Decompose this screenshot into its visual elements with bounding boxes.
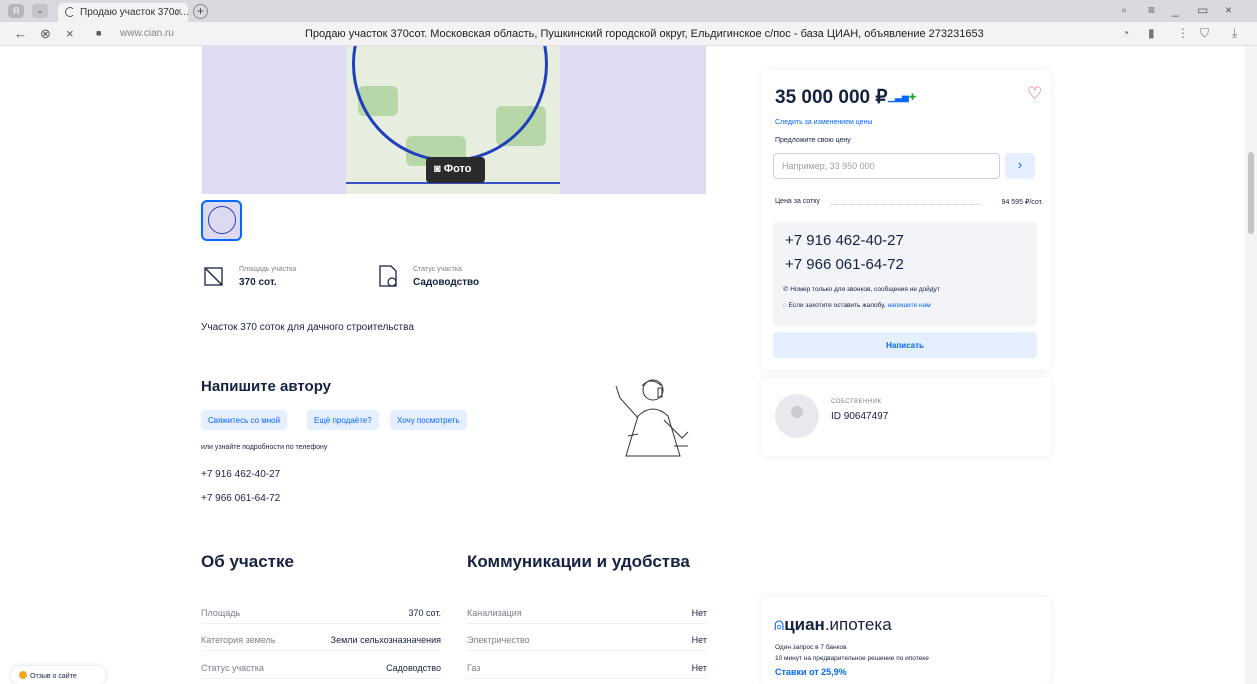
- person-on-phone-illustration: [615, 379, 689, 457]
- about-row: Площадь 370 сот.: [201, 602, 441, 624]
- translate-icon[interactable]: ◔: [1122, 26, 1129, 40]
- restore-icon[interactable]: ▭: [1197, 3, 1208, 17]
- browser-tab[interactable]: Продаю участок 370с… ×: [58, 3, 188, 22]
- back-icon[interactable]: ←: [14, 26, 27, 41]
- mortgage-line: 10 минут на предварительное решение по и…: [775, 655, 929, 662]
- seller-phone[interactable]: +7 916 462-40-27: [785, 232, 904, 249]
- area-icon: [204, 267, 223, 286]
- feature-value: 370 сот.: [239, 277, 277, 288]
- price: 35 000 000 ₽: [775, 87, 888, 108]
- complaint-link[interactable]: напишите нам: [887, 302, 930, 309]
- price-card: 35 000 000 ₽ ▁▃▅✚ ♡ Следить за изменение…: [761, 70, 1051, 370]
- avatar: [775, 394, 819, 438]
- favorite-heart-icon[interactable]: ♡: [1027, 84, 1042, 104]
- photo-thumbnail[interactable]: [201, 200, 242, 241]
- utilities-heading: Коммуникации и удобства: [467, 552, 690, 571]
- owner-id: ID 90647497: [831, 411, 889, 422]
- mortgage-rate-link[interactable]: Ставки от 25,9%: [775, 667, 847, 677]
- offer-price-label: Предложите свою цену: [775, 137, 851, 144]
- page-scrollbar[interactable]: [1245, 46, 1257, 684]
- scrollbar-thumb[interactable]: [1248, 152, 1254, 234]
- phones-box: +7 916 462-40-27 +7 966 061-64-72 ✆ Номе…: [773, 222, 1037, 326]
- seller-phone[interactable]: +7 966 061-64-72: [785, 256, 904, 273]
- extensions-icon[interactable]: ⛉: [1200, 26, 1209, 41]
- about-heading: Об участке: [201, 552, 294, 571]
- mortgage-card[interactable]: ⍝циан.ипотека Один запрос в 7 банков 10 …: [761, 597, 1051, 684]
- camera-icon: ◙: [434, 163, 444, 175]
- utilities-row: Газ Нет: [467, 657, 707, 679]
- close-window-icon[interactable]: ×: [1225, 3, 1232, 17]
- complaint-note: ◌ Если захотите оставить жалобу, напишит…: [783, 302, 931, 309]
- loading-icon: [65, 7, 75, 17]
- offer-price-input[interactable]: Например, 33 950 000: [773, 153, 1000, 179]
- price-per-unit-label: Цена за сотку: [775, 198, 820, 205]
- about-row: Категория земель Земли сельхозназначения: [201, 629, 441, 651]
- author-phone[interactable]: +7 916 462-40-27: [201, 469, 280, 480]
- stop-icon[interactable]: ×: [66, 26, 74, 41]
- tab-close-button[interactable]: ×: [176, 6, 182, 18]
- offer-submit-button[interactable]: ›: [1005, 153, 1035, 179]
- browser-tabbar: Я ⌄ Продаю участок 370с… × + ▫ ≡ _ ▭ ×: [0, 0, 1257, 22]
- price-per-unit-value: 94 595 ₽/сот.: [1001, 199, 1043, 206]
- feature-label: Статус участка: [413, 266, 462, 273]
- address-bar: ← ⊗ × ■ www.cian.ru Продаю участок 370со…: [0, 22, 1257, 46]
- download-icon[interactable]: ⤓: [1232, 26, 1237, 41]
- chip-want-to-see[interactable]: Хочу посмотреть: [390, 410, 467, 430]
- smile-icon: [19, 671, 27, 679]
- calls-only-note: ✆ Номер только для звонков, сообщения не…: [783, 286, 940, 293]
- feedback-button[interactable]: Отзыв о сайте: [11, 666, 106, 684]
- chip-still-selling[interactable]: Ещё продаёте?: [307, 410, 379, 430]
- utilities-row: Электричество Нет: [467, 629, 707, 651]
- feature-label: Площадь участка: [239, 266, 297, 273]
- utilities-row: Канализация Нет: [467, 602, 707, 624]
- owner-role: СОБСТВЕННИК: [831, 399, 882, 405]
- tab-title: Продаю участок 370с…: [80, 7, 188, 18]
- document-icon: [379, 265, 397, 287]
- shield-icon[interactable]: ⊗: [40, 26, 51, 42]
- minimize-icon[interactable]: _: [1172, 3, 1179, 17]
- chip-contact-me[interactable]: Свяжитесь со мной: [201, 410, 288, 430]
- menu-icon[interactable]: ≡: [1148, 3, 1155, 17]
- bookmark-icon[interactable]: ▮: [1148, 26, 1155, 40]
- about-row: Статус участка Садоводство: [201, 657, 441, 679]
- photo-button[interactable]: ◙ Фото: [426, 157, 485, 183]
- feature-value: Садоводство: [413, 277, 480, 288]
- yandex-menu-button[interactable]: Я: [8, 4, 24, 18]
- write-message-button[interactable]: Написать: [773, 332, 1037, 358]
- more-icon[interactable]: ⋮: [1177, 26, 1189, 40]
- lock-icon: ■: [96, 28, 102, 38]
- listing-photo[interactable]: ◙ Фото: [202, 46, 706, 194]
- mortgage-line: Один запрос в 7 банков: [775, 644, 847, 651]
- dotted-leader: [831, 204, 979, 205]
- new-tab-button[interactable]: +: [193, 4, 208, 19]
- follow-price-link[interactable]: Следить за изменением цены: [775, 119, 872, 126]
- author-heading: Напишите автору: [201, 378, 332, 395]
- address-page-title[interactable]: Продаю участок 370сот. Московская област…: [305, 28, 984, 40]
- collections-icon[interactable]: ▫: [1122, 3, 1126, 17]
- or-phone-text: или узнайте подробности по телефону: [201, 444, 328, 451]
- tabs-list-button[interactable]: ⌄: [32, 4, 48, 18]
- owner-card[interactable]: СОБСТВЕННИК ID 90647497: [761, 378, 1051, 456]
- url-domain[interactable]: www.cian.ru: [120, 28, 174, 39]
- price-history-icon[interactable]: ▁▃▅✚: [888, 92, 916, 103]
- author-phone[interactable]: +7 966 061-64-72: [201, 493, 280, 504]
- cian-mortgage-logo: ⍝циан.ипотека: [774, 615, 892, 634]
- listing-description: Участок 370 соток для дачного строительс…: [201, 322, 414, 333]
